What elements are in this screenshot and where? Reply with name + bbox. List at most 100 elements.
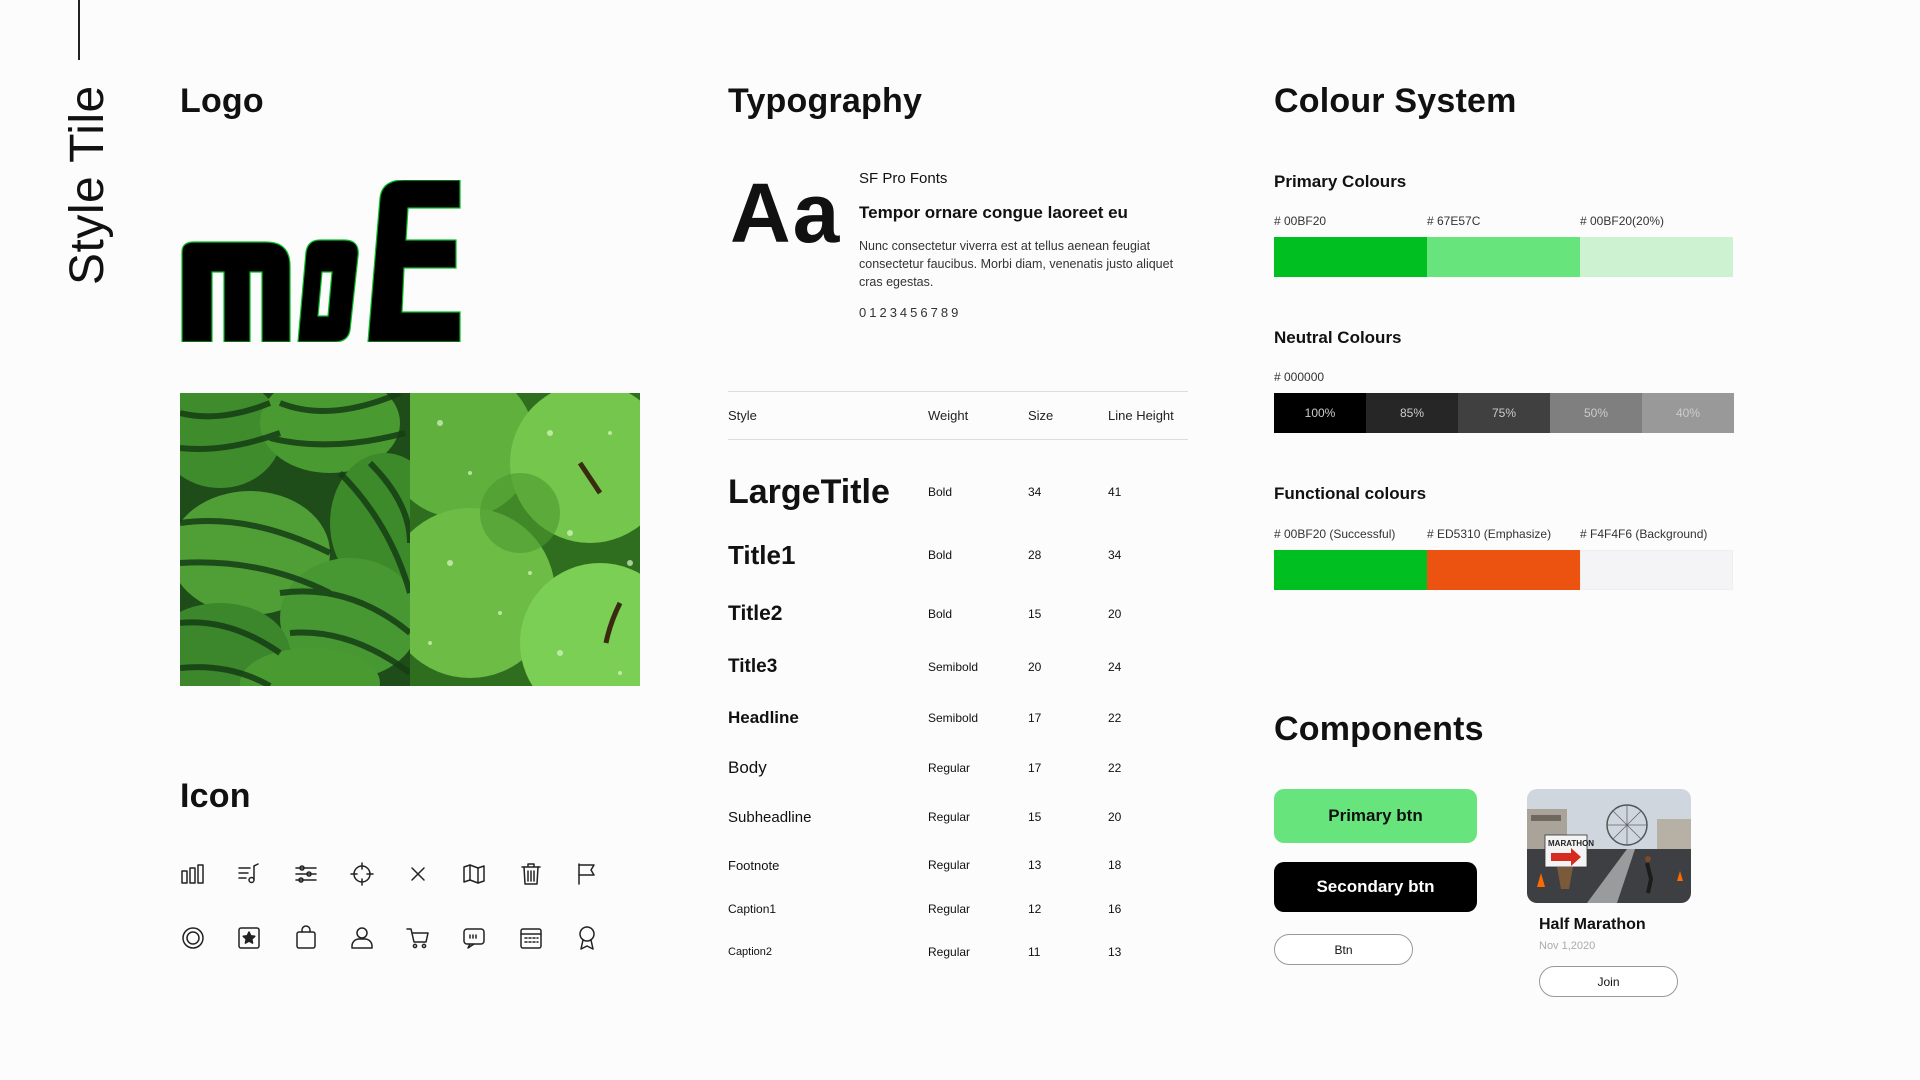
mood-photos	[180, 393, 640, 686]
cart-icon	[405, 926, 461, 950]
neutral-swatch: 100%	[1274, 393, 1366, 433]
icon-section-title: Icon	[180, 777, 251, 815]
bar-chart-icon	[180, 862, 236, 886]
style-line-height: 16	[1108, 902, 1122, 916]
style-size: 34	[1028, 485, 1042, 499]
table-row: Headline Semibold 17 22	[728, 703, 1188, 733]
style-size: 11	[1028, 945, 1041, 959]
style-size: 15	[1028, 810, 1042, 824]
functional-colours-title: Functional colours	[1274, 484, 1427, 503]
secondary-button[interactable]: Secondary btn	[1274, 862, 1477, 912]
style-line-height: 34	[1108, 548, 1122, 562]
typography-section-title: Typography	[728, 82, 923, 120]
style-size: 17	[1028, 761, 1042, 775]
functional-swatch	[1274, 550, 1427, 590]
primary-label: # 00BF20(20%)	[1580, 214, 1665, 228]
flag-icon	[574, 862, 630, 886]
event-card-image[interactable]: MARATHON	[1527, 789, 1691, 903]
green-apples-photo	[410, 393, 640, 686]
logo-section-title: Logo	[180, 82, 264, 120]
chat-bubble-icon	[461, 926, 517, 950]
marathon-sign-text: MARATHON	[1548, 839, 1594, 848]
functional-colour-labels: # 00BF20 (Successful) # ED5310 (Emphasiz…	[1274, 527, 1733, 541]
table-row: Footnote Regular 13 18	[728, 850, 1188, 880]
table-row: Caption1 Regular 12 16	[728, 894, 1188, 924]
style-size: 20	[1028, 660, 1042, 674]
user-icon	[349, 926, 405, 950]
music-note-icon	[236, 862, 292, 886]
style-line-height: 18	[1108, 858, 1122, 872]
style-name: Footnote	[728, 857, 780, 873]
style-weight: Regular	[928, 902, 971, 916]
style-line-height: 22	[1108, 711, 1122, 725]
primary-swatch	[1580, 237, 1733, 277]
functional-label: # ED5310 (Emphasize)	[1427, 527, 1552, 541]
icon-row-2	[180, 925, 630, 950]
style-weight: Regular	[928, 810, 971, 824]
font-sample-glyph: Aa	[730, 166, 842, 260]
style-weight: Regular	[928, 945, 971, 959]
style-size: 15	[1028, 607, 1042, 621]
font-name: SF Pro Fonts	[859, 170, 948, 187]
neutral-swatches: 100% 85% 75% 50% 40%	[1274, 393, 1734, 433]
shopping-bag-icon	[293, 925, 349, 950]
typography-table: Style Weight Size Line Height LargeTitle…	[728, 391, 1188, 967]
style-size: 17	[1028, 711, 1042, 725]
font-sample-title: Tempor ornare congue laoreet eu	[859, 203, 1128, 222]
style-size: 13	[1028, 858, 1042, 872]
event-card-date: Nov 1,2020	[1539, 940, 1596, 952]
font-sample-digits: 0123456789	[859, 305, 962, 320]
icon-set	[180, 862, 630, 990]
neutral-swatch: 75%	[1458, 393, 1550, 433]
header-size: Size	[1028, 408, 1054, 423]
header-weight: Weight	[928, 408, 969, 423]
style-name: Body	[728, 758, 767, 777]
style-size: 12	[1028, 902, 1042, 916]
style-weight: Bold	[928, 485, 953, 499]
colour-system-title: Colour System	[1274, 82, 1517, 120]
style-weight: Regular	[928, 761, 971, 775]
neutral-swatch: 50%	[1550, 393, 1642, 433]
style-name: Caption2	[728, 946, 773, 958]
join-button[interactable]: Join	[1539, 966, 1678, 997]
table-row: LargeTitle Bold 34 41	[728, 440, 1188, 540]
small-button[interactable]: Btn	[1274, 934, 1413, 965]
functional-swatch	[1427, 550, 1580, 590]
style-line-height: 20	[1108, 607, 1122, 621]
table-row: Title2 Bold 15 20	[728, 599, 1188, 629]
trash-icon	[518, 862, 574, 886]
table-row: Body Regular 17 22	[728, 753, 1188, 783]
table-row: Subheadline Regular 15 20	[728, 802, 1188, 832]
style-line-height: 13	[1108, 945, 1122, 959]
header-line-height: Line Height	[1108, 408, 1174, 423]
primary-colours-title: Primary Colours	[1274, 172, 1407, 191]
style-line-height: 24	[1108, 660, 1122, 674]
style-name: LargeTitle	[728, 472, 890, 511]
header-style: Style	[728, 408, 757, 423]
primary-swatches	[1274, 237, 1733, 277]
star-badge-icon	[236, 926, 292, 950]
style-weight: Semibold	[928, 711, 979, 725]
style-name: Title3	[728, 656, 778, 677]
table-row: Title1 Bold 28 34	[728, 540, 1188, 570]
close-icon	[405, 862, 461, 886]
primary-label: # 00BF20	[1274, 214, 1327, 228]
style-line-height: 20	[1108, 810, 1122, 824]
style-name: Title2	[728, 602, 783, 625]
neutral-label: # 000000	[1274, 370, 1325, 384]
style-name: Subheadline	[728, 808, 812, 826]
sliders-icon	[293, 862, 349, 886]
style-name: Caption1	[728, 902, 777, 916]
primary-swatch	[1427, 237, 1580, 277]
style-weight: Semibold	[928, 660, 979, 674]
primary-button[interactable]: Primary btn	[1274, 789, 1477, 843]
neutral-colour-label: # 000000	[1274, 370, 1427, 384]
components-section-title: Components	[1274, 710, 1484, 748]
style-name: Headline	[728, 708, 799, 727]
style-weight: Bold	[928, 548, 953, 562]
table-row: Caption2 Regular 11 13	[728, 937, 1188, 967]
neutral-swatch: 40%	[1642, 393, 1734, 433]
style-line-height: 41	[1108, 485, 1122, 499]
style-name: Title1	[728, 539, 796, 570]
calendar-icon	[518, 926, 574, 950]
